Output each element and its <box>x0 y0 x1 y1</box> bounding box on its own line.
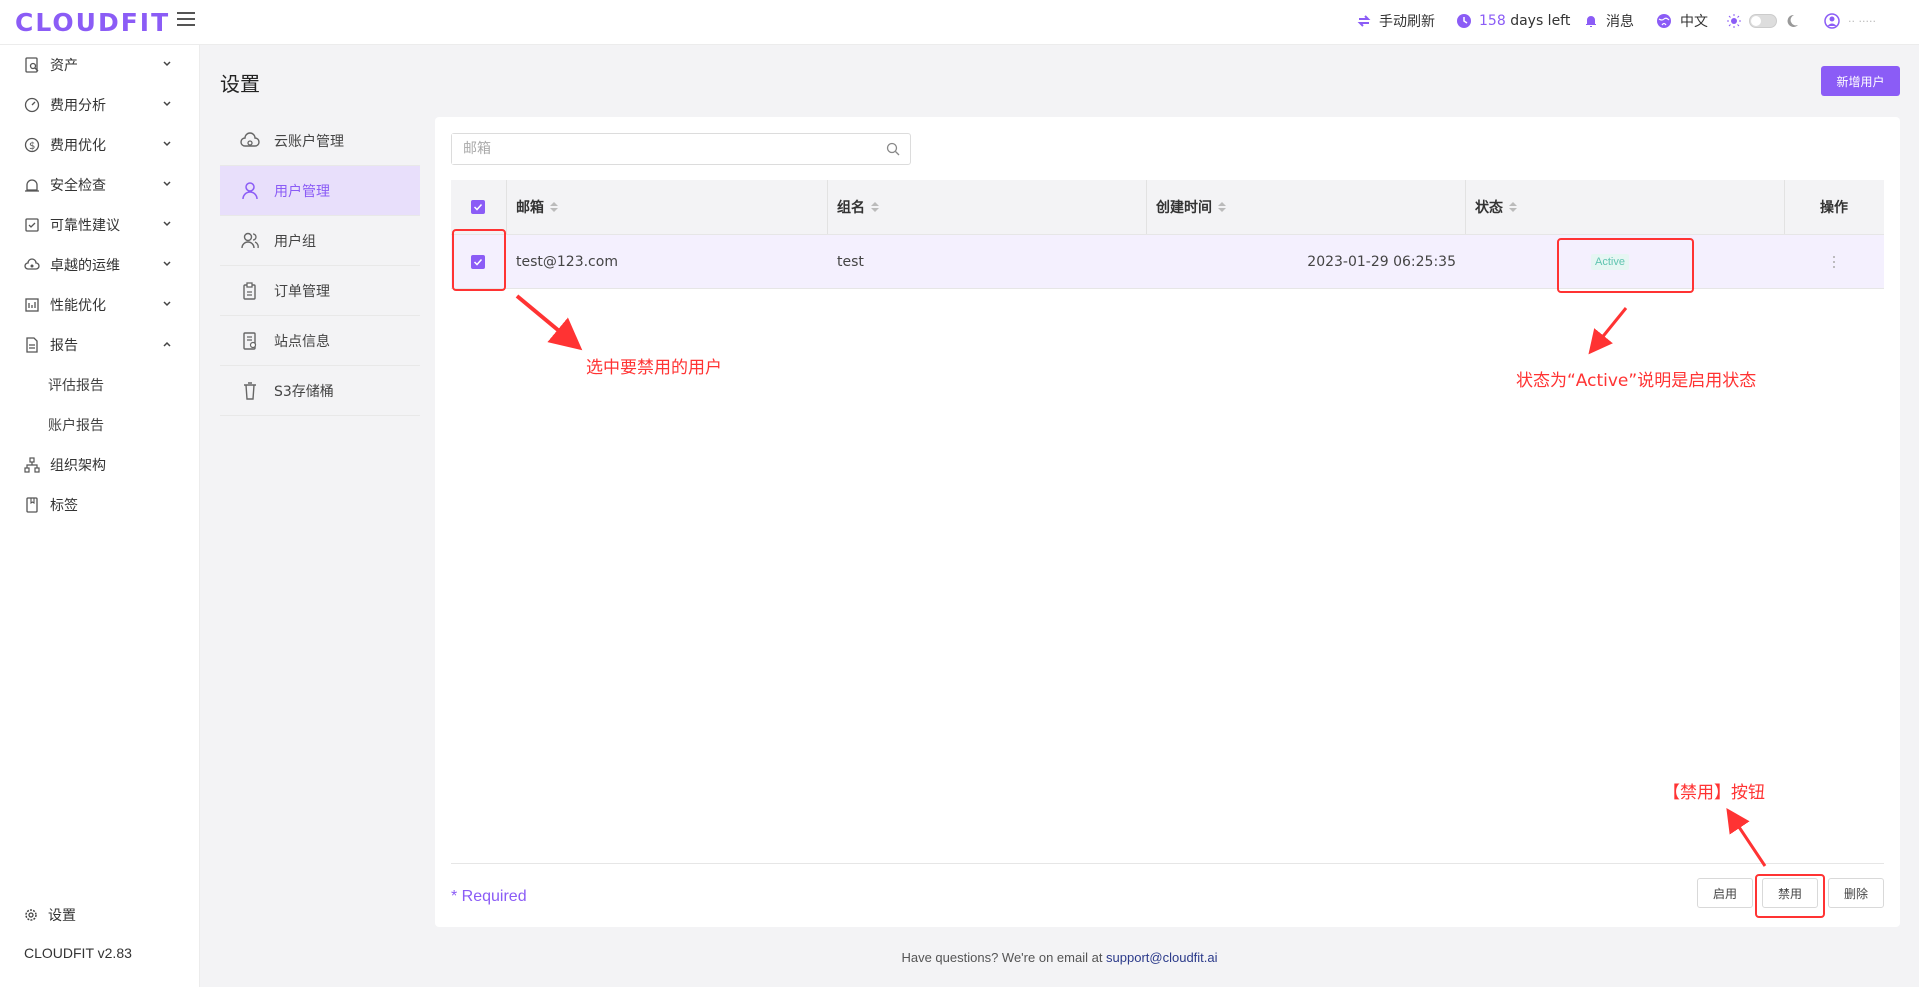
annotation-disable-button: 【禁用】按钮 <box>1663 783 1765 803</box>
annotation-arrow-status <box>1588 307 1628 355</box>
annotation-arrow-checkbox <box>515 294 583 351</box>
annotation-arrows <box>515 294 1767 867</box>
annotation-select-user: 选中要禁用的用户 <box>586 358 722 378</box>
annotation-status-active: 状态为“Active”说明是启用状态 <box>1516 371 1757 391</box>
annotation-arrow-disable <box>1726 808 1767 867</box>
